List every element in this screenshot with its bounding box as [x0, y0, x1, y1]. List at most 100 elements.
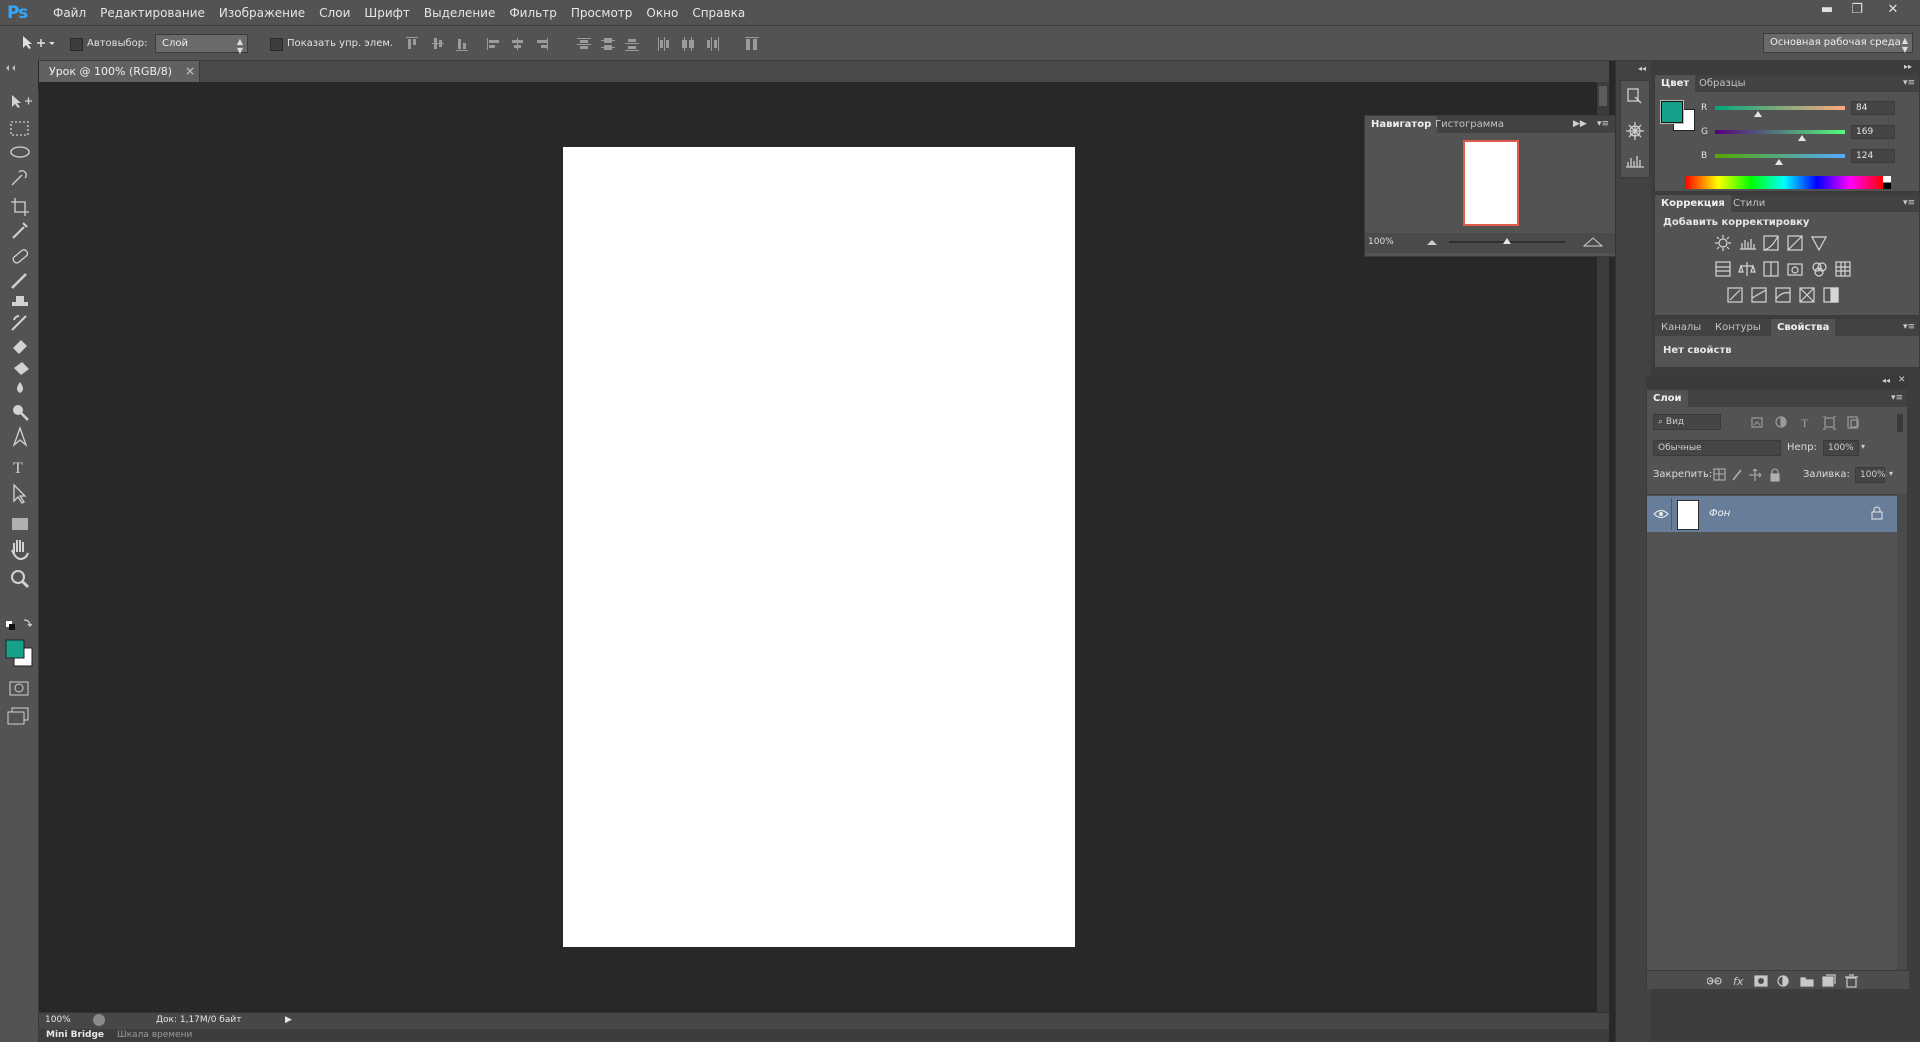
link-layers-icon: [1707, 977, 1722, 985]
menu-filter[interactable]: Фильтр: [502, 0, 563, 25]
filter-adjustment-icon: [1775, 416, 1787, 428]
minimize-button[interactable]: ▬: [1812, 0, 1842, 20]
document-tab[interactable]: Урок @ 100% (RGB/8) ×: [39, 61, 200, 82]
no-properties-message: Нет свойств: [1663, 345, 1732, 356]
levels-icon: [1740, 239, 1756, 250]
blur-icon: [17, 382, 23, 393]
distribute-right-icon: [707, 37, 719, 51]
menu-layers[interactable]: Слои: [312, 0, 357, 25]
tab-styles[interactable]: Стили: [1727, 195, 1771, 212]
dropdown-arrow-icon: ▲ ▼: [236, 37, 243, 55]
document-canvas[interactable]: [563, 147, 1075, 947]
hue-saturation-icon: [1715, 261, 1731, 277]
close-tab-icon[interactable]: ×: [185, 64, 195, 78]
tab-swatches[interactable]: Образцы: [1693, 75, 1752, 92]
align-vcenter-icon: [432, 38, 444, 49]
layer-lock-icon: [1871, 506, 1883, 520]
scrollbar-thumb[interactable]: [1599, 86, 1607, 106]
posterize-icon: [1751, 287, 1767, 303]
exposure-icon: [1787, 235, 1803, 251]
menu-items: Файл Редактирование Изображение Слои Шри…: [46, 0, 752, 25]
channel-r-slider[interactable]: [1715, 106, 1845, 110]
close-button[interactable]: ✕: [1878, 0, 1908, 20]
menu-help[interactable]: Справка: [685, 0, 752, 25]
tab-timeline[interactable]: Шкала времени: [117, 1030, 192, 1040]
restore-button[interactable]: ❐: [1842, 0, 1872, 20]
status-menu-arrow-icon[interactable]: ▶: [285, 1015, 292, 1025]
menu-select[interactable]: Выделение: [417, 0, 502, 25]
tab-mini-bridge[interactable]: Mini Bridge: [46, 1030, 104, 1040]
tab-channels[interactable]: Каналы: [1655, 319, 1707, 336]
fill-input[interactable]: 100%: [1855, 467, 1886, 483]
adjustments-panel-tabs: Коррекция Стили ▾≡: [1655, 195, 1919, 212]
show-transform-checkbox[interactable]: [270, 38, 283, 51]
panel-menu-icon[interactable]: ▾≡: [1903, 78, 1915, 88]
channel-b-knob[interactable]: [1775, 159, 1783, 165]
menu-edit[interactable]: Редактирование: [93, 0, 212, 25]
layer-row[interactable]: Фон: [1647, 496, 1897, 532]
filter-toggle[interactable]: [1897, 414, 1903, 432]
panel-menu-icon[interactable]: ▾≡: [1903, 322, 1915, 332]
opacity-input[interactable]: 100%: [1823, 440, 1859, 456]
channel-r-input[interactable]: 84: [1851, 101, 1895, 115]
navigator-panel: Навигатор Гистограмма ▶▶ ▾≡ 100%: [1364, 115, 1616, 257]
distribute-vcenter-icon: [601, 38, 615, 50]
tab-color[interactable]: Цвет: [1655, 75, 1696, 92]
lock-pixels-icon: [1732, 469, 1742, 481]
bottom-panel-tabs: Mini Bridge Шкала времени: [39, 1029, 1609, 1042]
move-icon: [12, 95, 32, 108]
layers-panel: Слои ▾≡ ⌕ Вид T Обычные Непр: 100% ▾ Зак…: [1646, 389, 1909, 989]
close-panel-icon[interactable]: ✕: [1898, 375, 1906, 385]
tab-adjustments[interactable]: Коррекция: [1655, 195, 1731, 212]
navigator-zoom-value[interactable]: 100%: [1368, 237, 1394, 247]
proof-icon[interactable]: [93, 1014, 105, 1026]
foreground-color-swatch[interactable]: [1661, 101, 1683, 123]
vibrance-icon: [1810, 236, 1828, 252]
collapse-dock-icon[interactable]: ▸▸: [1904, 62, 1912, 71]
channel-g-input[interactable]: 169: [1851, 125, 1895, 139]
autoselect-checkbox[interactable]: [70, 38, 83, 51]
channel-r-knob[interactable]: [1754, 111, 1762, 117]
menu-window[interactable]: Окно: [639, 0, 685, 25]
fill-slider-arrow-icon[interactable]: ▾: [1889, 469, 1893, 478]
menu-image[interactable]: Изображение: [212, 0, 312, 25]
move-tool-preset[interactable]: [20, 34, 54, 52]
channel-b-input[interactable]: 124: [1851, 149, 1895, 163]
history-brush-icon: [11, 315, 27, 331]
blend-mode-dropdown[interactable]: Обычные: [1653, 440, 1781, 456]
workspace-dropdown[interactable]: Основная рабочая среда ▲ ▼: [1763, 33, 1913, 54]
tools-panel: T: [0, 90, 39, 1042]
navigator-zoom-knob[interactable]: [1503, 238, 1511, 244]
filter-pixel-icon: [1751, 417, 1763, 428]
layers-scrollbar[interactable]: [1897, 494, 1907, 980]
autoselect-dropdown[interactable]: Слой ▲ ▼: [155, 34, 248, 55]
menu-file[interactable]: Файл: [46, 0, 93, 25]
expand-panels-icon[interactable]: ◂◂: [1638, 64, 1646, 73]
menu-view[interactable]: Просмотр: [564, 0, 640, 25]
tab-layers[interactable]: Слои: [1647, 390, 1688, 407]
navigator-thumbnail[interactable]: [1463, 140, 1519, 226]
opacity-slider-arrow-icon[interactable]: ▾: [1861, 442, 1865, 451]
panel-menu-icon[interactable]: ▾≡: [1891, 393, 1903, 403]
tab-properties[interactable]: Свойства: [1771, 319, 1836, 336]
tab-histogram[interactable]: Гистограмма: [1429, 116, 1510, 133]
channel-g-slider[interactable]: [1715, 130, 1845, 134]
channel-g-label: G: [1701, 127, 1708, 137]
channel-b-slider[interactable]: [1715, 154, 1845, 158]
black-white-swatch[interactable]: [1883, 176, 1891, 189]
panel-menu-icon[interactable]: ▾≡: [1597, 119, 1609, 129]
layer-filter-dropdown[interactable]: ⌕ Вид: [1653, 414, 1721, 430]
tab-paths[interactable]: Контуры: [1709, 319, 1767, 336]
status-zoom[interactable]: 100%: [45, 1015, 71, 1025]
channel-g-knob[interactable]: [1798, 135, 1806, 141]
collapse-panel-icon[interactable]: ▶▶: [1573, 119, 1587, 129]
layer-name[interactable]: Фон: [1709, 508, 1730, 519]
layers-bottom-toolbar: fx: [1647, 970, 1909, 989]
collapse-panel-icon[interactable]: ◂◂: [1882, 376, 1890, 385]
distribute-top-icon: [577, 38, 591, 49]
tab-navigator[interactable]: Навигатор: [1365, 116, 1438, 133]
document-info: Док: 1,17M/0 байт: [156, 1015, 242, 1025]
panel-menu-icon[interactable]: ▾≡: [1903, 198, 1915, 208]
menu-type[interactable]: Шрифт: [357, 0, 417, 25]
color-spectrum-bar[interactable]: [1685, 176, 1883, 189]
